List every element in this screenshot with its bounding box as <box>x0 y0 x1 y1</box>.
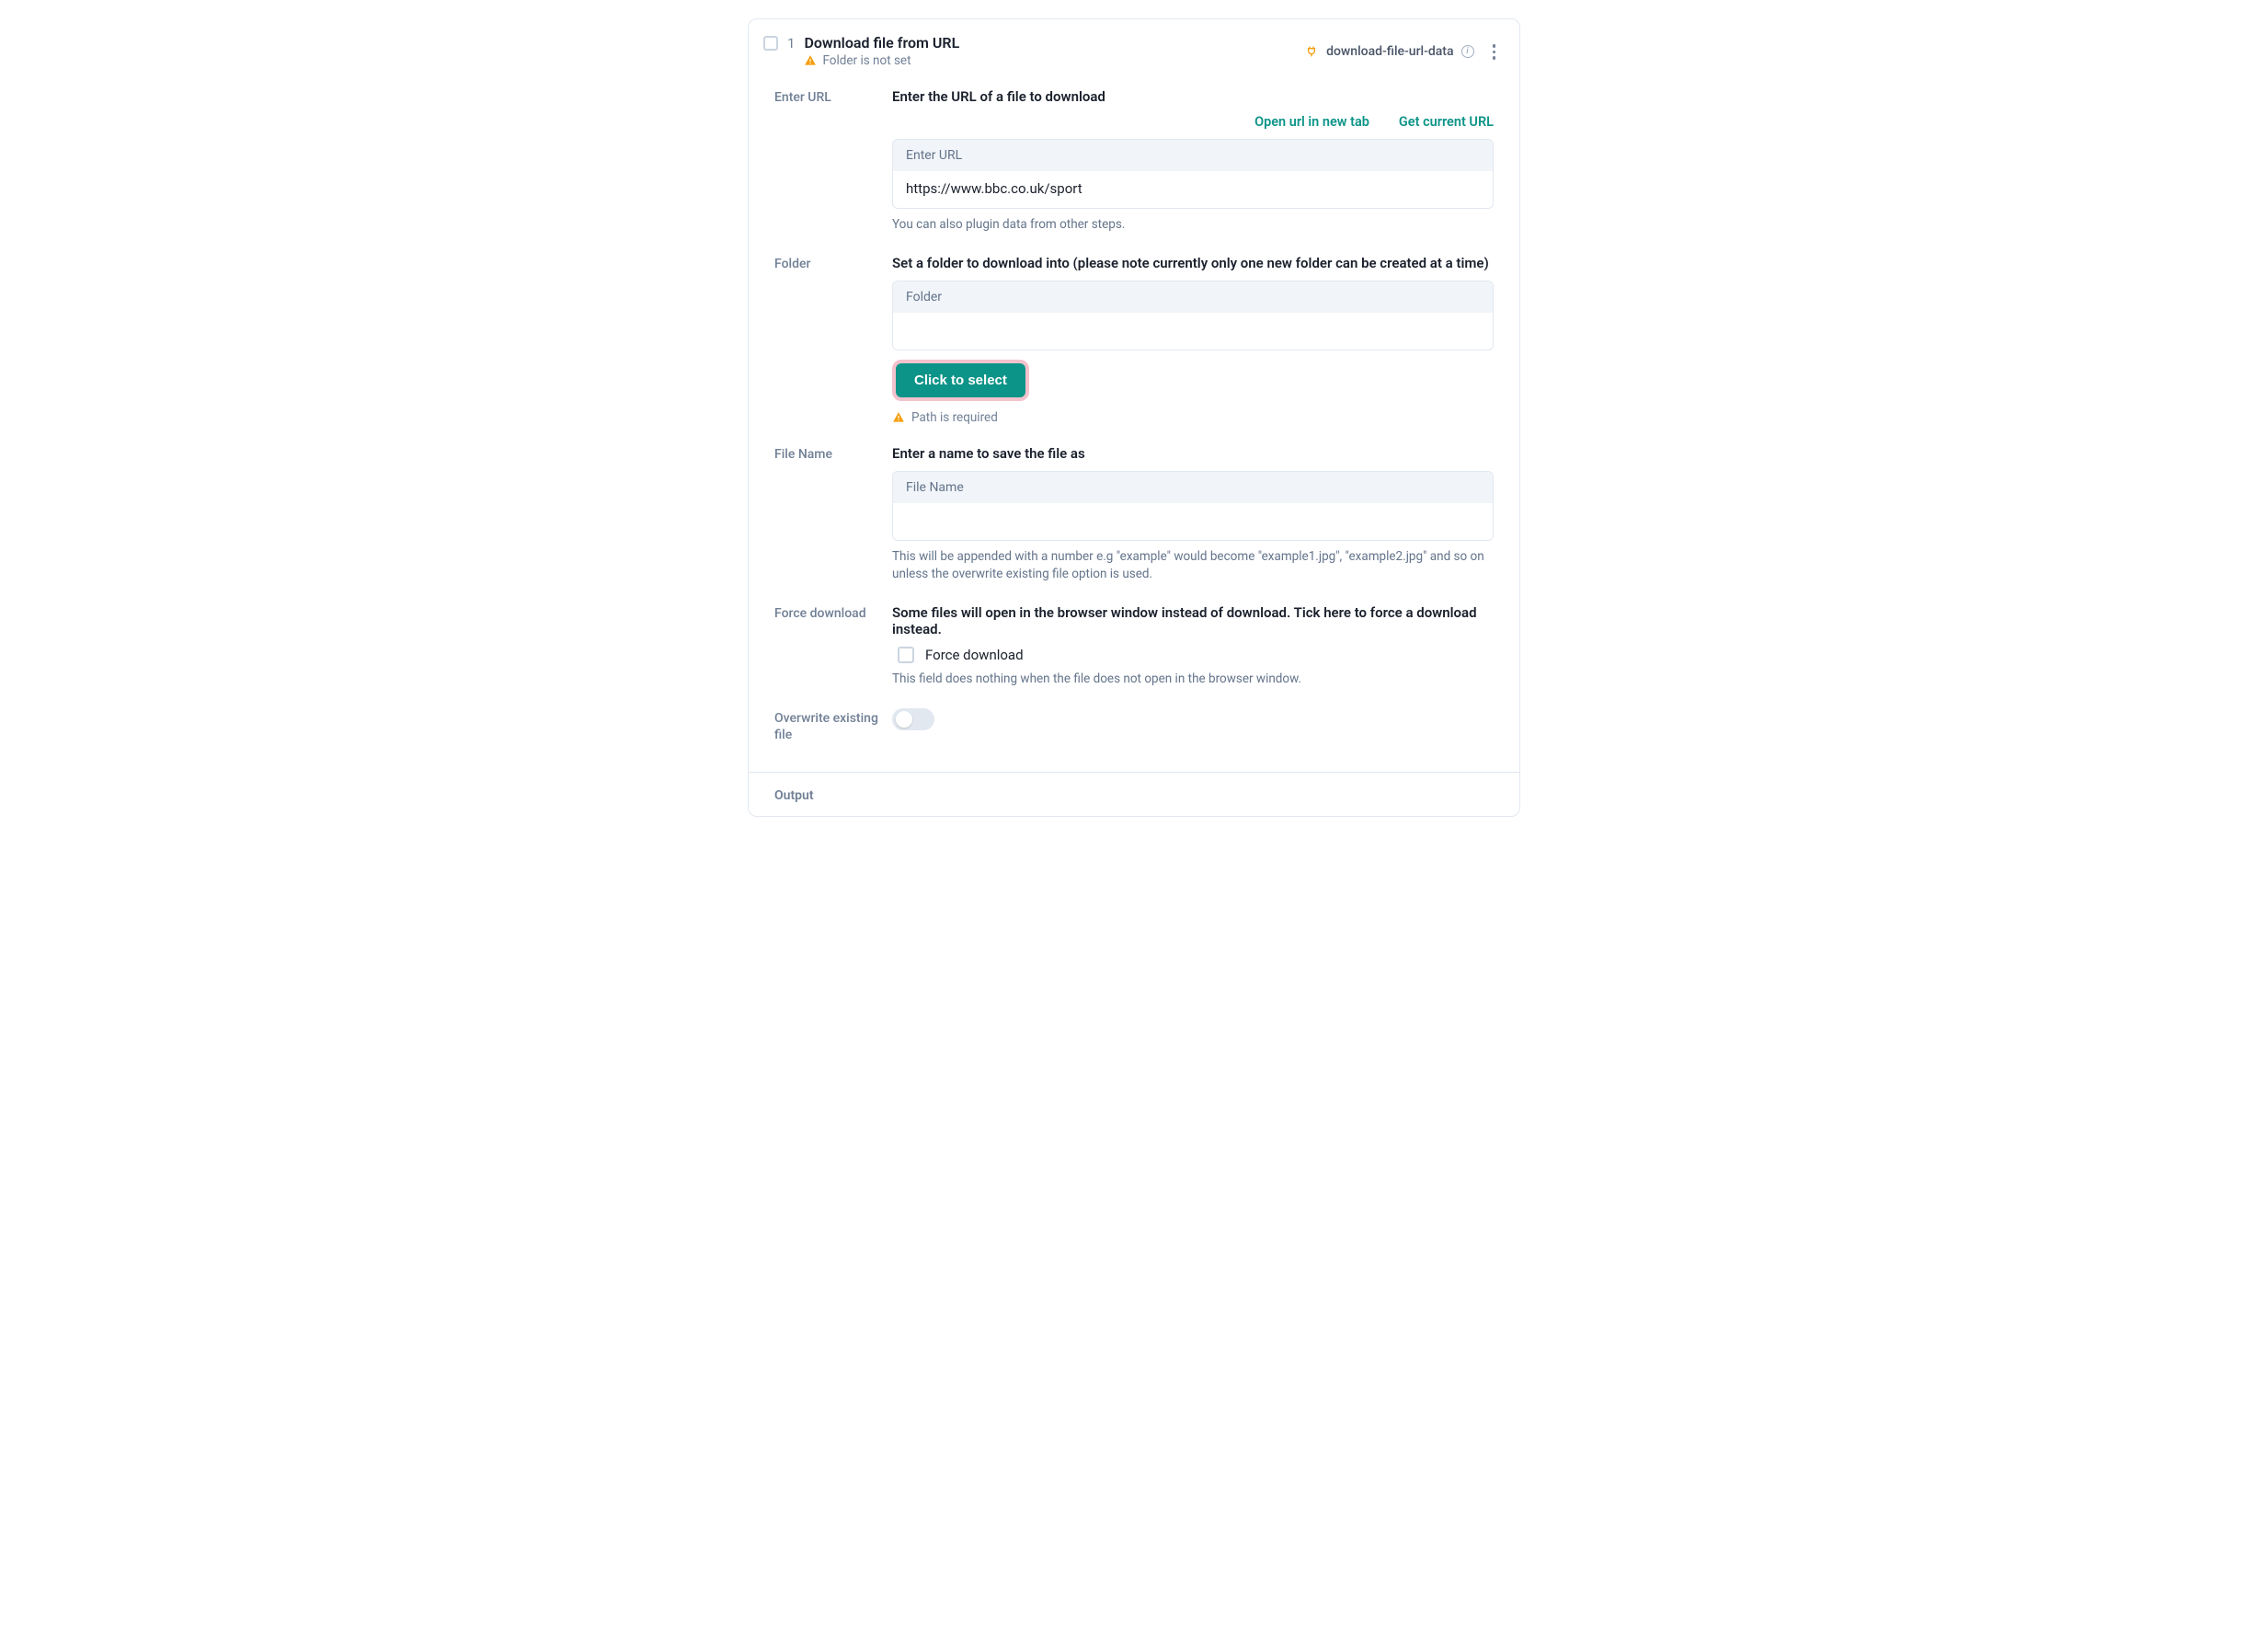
field-file-name: File Name Enter a name to save the file … <box>774 445 1494 584</box>
title-block: Download file from URL Folder is not set <box>804 34 959 68</box>
file-name-hint: This will be appended with a number e.g … <box>892 548 1494 584</box>
force-download-check-row: Force download <box>892 647 1494 663</box>
card-footer[interactable]: Output <box>749 772 1519 816</box>
file-name-input-header: File Name <box>893 472 1493 503</box>
card-body: Enter URL Enter the URL of a file to dow… <box>749 79 1519 772</box>
force-download-checkbox[interactable] <box>898 647 914 663</box>
url-input-box: Enter URL https://www.bbc.co.uk/sport <box>892 139 1494 209</box>
card-title: Download file from URL <box>804 34 959 52</box>
kebab-menu[interactable] <box>1487 41 1502 63</box>
click-to-select-button[interactable]: Click to select <box>896 363 1025 397</box>
folder-input-box: Folder <box>892 281 1494 350</box>
content-folder: Set a folder to download into (please no… <box>892 255 1494 425</box>
header-warning: Folder is not set <box>804 53 959 68</box>
select-button-highlight: Click to select <box>892 360 1029 401</box>
warning-icon <box>892 411 905 424</box>
get-current-url-link[interactable]: Get current URL <box>1399 114 1494 130</box>
warning-icon <box>804 54 817 67</box>
open-url-link[interactable]: Open url in new tab <box>1254 114 1369 130</box>
label-overwrite: Overwrite existing file <box>774 708 892 743</box>
field-overwrite: Overwrite existing file <box>774 708 1494 743</box>
folder-input-header: Folder <box>893 281 1493 313</box>
label-folder: Folder <box>774 255 892 271</box>
desc-enter-url: Enter the URL of a file to download <box>892 88 1494 105</box>
file-name-input-box: File Name <box>892 471 1494 541</box>
file-name-input[interactable] <box>893 503 1493 540</box>
header-left: 1 Download file from URL Folder is not s… <box>763 34 959 68</box>
step-card: 1 Download file from URL Folder is not s… <box>748 18 1520 817</box>
step-number: 1 <box>787 35 795 52</box>
content-force-download: Some files will open in the browser wind… <box>892 604 1494 689</box>
output-label: Output <box>774 788 814 803</box>
toggle-knob <box>896 711 912 728</box>
desc-force-download: Some files will open in the browser wind… <box>892 604 1494 637</box>
force-download-check-label: Force download <box>925 647 1024 663</box>
folder-error: Path is required <box>892 410 1494 425</box>
plugin-name: download-file-url-data <box>1326 44 1453 59</box>
label-enter-url: Enter URL <box>774 88 892 105</box>
url-input-header: Enter URL <box>893 140 1493 171</box>
content-overwrite <box>892 708 1494 730</box>
url-hint: You can also plugin data from other step… <box>892 216 1494 235</box>
overwrite-toggle[interactable] <box>892 708 934 730</box>
field-force-download: Force download Some files will open in t… <box>774 604 1494 689</box>
card-header: 1 Download file from URL Folder is not s… <box>749 19 1519 79</box>
desc-file-name: Enter a name to save the file as <box>892 445 1494 462</box>
content-enter-url: Enter the URL of a file to download Open… <box>892 88 1494 235</box>
content-file-name: Enter a name to save the file as File Na… <box>892 445 1494 584</box>
folder-error-text: Path is required <box>911 410 998 425</box>
label-force-download: Force download <box>774 604 892 621</box>
desc-folder: Set a folder to download into (please no… <box>892 255 1494 271</box>
force-download-hint: This field does nothing when the file do… <box>892 671 1494 689</box>
info-icon[interactable]: i <box>1461 45 1474 58</box>
field-folder: Folder Set a folder to download into (pl… <box>774 255 1494 425</box>
step-checkbox[interactable] <box>763 36 778 51</box>
warning-text: Folder is not set <box>822 53 911 68</box>
field-enter-url: Enter URL Enter the URL of a file to dow… <box>774 88 1494 235</box>
label-file-name: File Name <box>774 445 892 462</box>
plugin-icon <box>1304 44 1319 59</box>
url-link-row: Open url in new tab Get current URL <box>892 114 1494 130</box>
url-input[interactable]: https://www.bbc.co.uk/sport <box>893 171 1493 208</box>
folder-input[interactable] <box>893 313 1493 350</box>
header-right: download-file-url-data i <box>1304 41 1501 63</box>
